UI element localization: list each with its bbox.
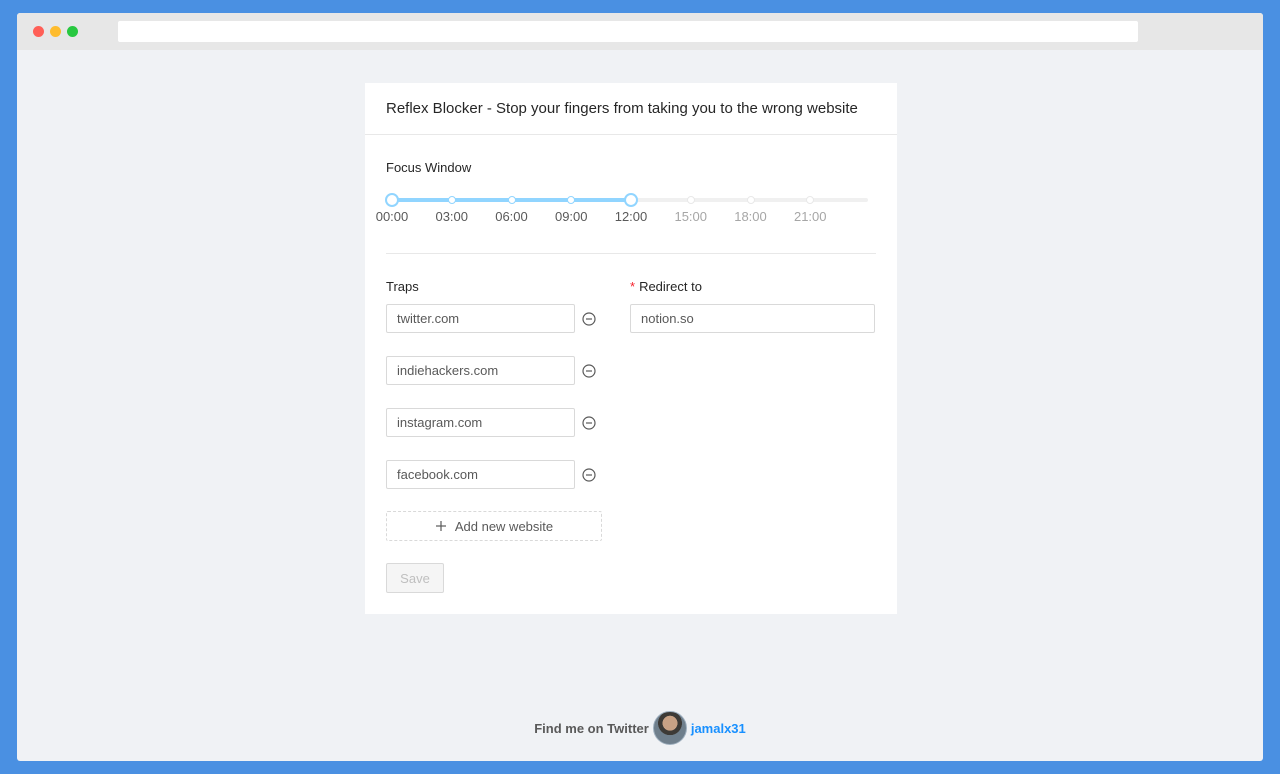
trap-input[interactable]: twitter.com [386,304,575,333]
save-button[interactable]: Save [386,563,444,593]
trap-input[interactable]: facebook.com [386,460,575,489]
remove-trap-icon[interactable] [582,312,596,326]
address-bar[interactable] [118,21,1138,42]
close-window-button[interactable] [33,26,44,37]
footer-text: Find me on Twitter [534,720,649,736]
add-website-label: Add new website [454,518,554,534]
remove-trap-icon[interactable] [582,468,596,482]
trap-input[interactable]: indiehackers.com [386,356,575,385]
remove-trap-icon[interactable] [582,416,596,430]
slider-mark [806,196,815,204]
slider-mark [507,196,516,204]
avatar[interactable] [652,711,687,745]
remove-trap-icon[interactable] [582,364,596,378]
twitter-handle-link[interactable]: jamalx31 [691,721,746,736]
settings-card: Reflex Blocker - Stop your fingers from … [365,83,897,614]
slider-mark [567,196,576,204]
traps-label: Traps [386,279,419,294]
redirect-input[interactable]: notion.so [630,304,875,333]
card-title: Reflex Blocker - Stop your fingers from … [365,83,897,135]
redirect-label: * Redirect to [630,279,702,294]
maximize-window-button[interactable] [67,26,78,37]
plus-icon [435,520,447,532]
add-website-button[interactable]: Add new website [386,511,602,541]
browser-chrome [17,13,1263,50]
slider-mark [447,196,456,204]
focus-window-label: Focus Window [386,160,472,175]
slider-handle[interactable] [624,193,638,207]
slider-handle[interactable] [385,193,399,207]
slider-tick-label: 03:00 [435,209,469,224]
slider-tick-label: 06:00 [495,209,528,224]
slider-tick-label: 15:00 [674,209,708,224]
slider-tick-label: 12:00 [614,209,648,224]
slider-tick-label: 09:00 [554,209,588,224]
required-asterisk: * [630,279,636,294]
minimize-window-button[interactable] [50,26,61,37]
redirect-label-text: Redirect to [639,279,702,294]
section-divider [386,253,876,254]
browser-window: Reflex Blocker - Stop your fingers from … [17,13,1263,761]
trap-input[interactable]: instagram.com [386,408,575,437]
slider-tick-label: 21:00 [793,209,827,224]
slider-mark [746,196,755,204]
slider-tick-label: 00:00 [375,209,409,224]
slider-tick-label: 18:00 [734,209,767,224]
slider-mark [686,196,695,204]
focus-window-slider[interactable] [385,193,868,207]
footer: Find me on Twitter jamalx31 [17,708,1263,748]
